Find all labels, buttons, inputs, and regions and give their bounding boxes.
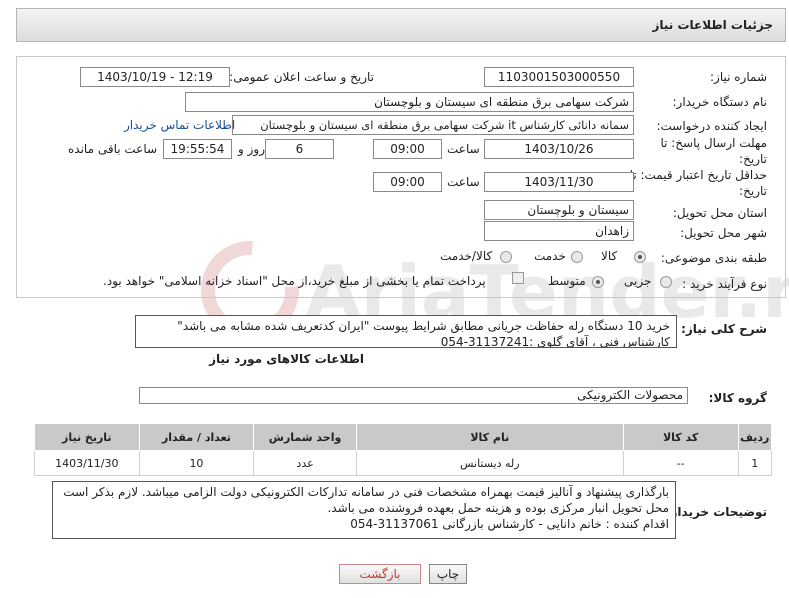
- category-option-service: خدمت: [534, 249, 566, 263]
- description-line-2: کارشناس فنی ، آقای گلوی :31137241-054: [440, 335, 670, 348]
- print-button[interactable]: چاپ: [429, 564, 467, 584]
- col-header-quantity: تعداد / مقدار: [138, 423, 255, 451]
- contact-buyer-link[interactable]: اطلاعات تماس خریدار: [124, 118, 235, 132]
- buyer-notes-text: بارگذاری پیشنهاد و آنالیز قیمت بهمراه مش…: [52, 481, 676, 539]
- validity-label-date: تاریخ:: [739, 184, 767, 198]
- col-header-unit: واحد شمارش: [253, 423, 357, 451]
- treasury-payment-checkbox[interactable]: [512, 272, 524, 284]
- category-radio-goods[interactable]: [634, 251, 646, 263]
- goods-table: ردیف کد کالا نام کالا واحد شمارش تعداد /…: [34, 423, 772, 476]
- process-radio-medium[interactable]: [592, 276, 604, 288]
- description-label: شرح کلی نیاز:: [681, 322, 767, 336]
- remaining-days-field: 6: [265, 139, 334, 159]
- description-text: خرید 10 دستگاه رله حفاظت جریانی مطابق شر…: [135, 315, 677, 348]
- col-header-goods-name: نام کالا: [355, 423, 624, 451]
- remaining-label: ساعت باقی مانده: [68, 142, 158, 156]
- announce-field: 1403/10/19 - 12:19: [80, 67, 230, 87]
- col-header-row-number: ردیف: [737, 423, 772, 451]
- deadline-label: مهلت ارسال پاسخ: تا: [660, 136, 767, 150]
- province-label: استان محل تحویل:: [672, 206, 767, 220]
- deadline-time-label: ساعت: [447, 142, 480, 156]
- buyer-notes-line-3: اقدام کننده : خانم دانایی - کارشناس بازر…: [350, 517, 669, 531]
- cell-quantity: 10: [138, 450, 255, 476]
- buyer-notes-label: توضیحات خریدار:: [665, 505, 767, 519]
- announce-label: تاریخ و ساعت اعلان عمومی:: [229, 70, 374, 84]
- deadline-date-field: 1403/10/26: [484, 139, 634, 159]
- category-option-goods-service: کالا/خدمت: [440, 249, 493, 263]
- back-button[interactable]: بازگشت: [339, 564, 421, 584]
- table-row: 1 -- رله دیستانس عدد 10 1403/11/30: [34, 450, 772, 476]
- deadline-time-field: 09:00: [373, 139, 442, 159]
- goods-info-title: اطلاعات کالاهای مورد نیاز: [209, 352, 364, 366]
- page-header: جزئیات اطلاعات نیاز: [16, 8, 786, 42]
- description-line-1: خرید 10 دستگاه رله حفاظت جریانی مطابق شر…: [177, 319, 670, 333]
- city-field: زاهدان: [484, 221, 634, 241]
- validity-date-field: 1403/11/30: [484, 172, 634, 192]
- validity-time-label: ساعت: [447, 175, 480, 189]
- cell-need-date: 1403/11/30: [34, 450, 140, 476]
- page-title: جزئیات اطلاعات نیاز: [652, 18, 773, 32]
- buyer-notes-line-2: محل تحویل انبار مرکزی بوده و هزینه حمل ب…: [327, 501, 669, 515]
- buyer-field: شرکت سهامی برق منطقه ای سیستان و بلوچستا…: [185, 92, 634, 112]
- col-header-need-date: تاریخ نیاز: [34, 423, 140, 451]
- city-label: شهر محل تحویل:: [680, 226, 767, 240]
- goods-group-field: محصولات الکترونیکی: [139, 387, 688, 404]
- cell-goods-code: --: [622, 450, 739, 476]
- goods-group-label: گروه کالا:: [708, 391, 767, 405]
- creator-label: ایجاد کننده درخواست:: [656, 119, 767, 133]
- process-option-medium: متوسط: [548, 274, 586, 288]
- cell-goods-name: رله دیستانس: [355, 450, 624, 476]
- need-number-label: شماره نیاز:: [710, 70, 767, 84]
- deadline-label-date: تاریخ:: [739, 152, 767, 166]
- table-header-row: ردیف کد کالا نام کالا واحد شمارش تعداد /…: [34, 423, 772, 451]
- remaining-time-field: 19:55:54: [163, 139, 232, 159]
- col-header-goods-code: کد کالا: [622, 423, 739, 451]
- need-number-field: 1103001503000550: [484, 67, 634, 87]
- province-field: سیستان و بلوچستان: [484, 200, 634, 220]
- buyer-label: نام دستگاه خریدار:: [672, 95, 768, 109]
- process-label: نوع فرآیند خرید :: [682, 277, 767, 291]
- days-label: روز و: [238, 142, 265, 156]
- buyer-notes-line-1: بارگذاری پیشنهاد و آنالیز قیمت بهمراه مش…: [63, 485, 669, 499]
- creator-field: سمانه دانائی کارشناس it شرکت سهامی برق م…: [232, 115, 634, 135]
- category-option-goods: کالا: [601, 249, 618, 263]
- process-radio-minor[interactable]: [660, 276, 672, 288]
- cell-row-number: 1: [737, 450, 772, 476]
- category-radio-goods-service[interactable]: [500, 251, 512, 263]
- validity-label: حداقل تاریخ اعتبار قیمت: تا: [629, 168, 767, 182]
- treasury-payment-note: پرداخت تمام یا بخشی از مبلغ خرید،از محل …: [103, 274, 486, 288]
- validity-time-field: 09:00: [373, 172, 442, 192]
- process-option-minor: جزیی: [624, 274, 652, 288]
- category-label: طبقه بندی موضوعی:: [660, 251, 767, 265]
- category-radio-service[interactable]: [571, 251, 583, 263]
- cell-unit: عدد: [253, 450, 357, 476]
